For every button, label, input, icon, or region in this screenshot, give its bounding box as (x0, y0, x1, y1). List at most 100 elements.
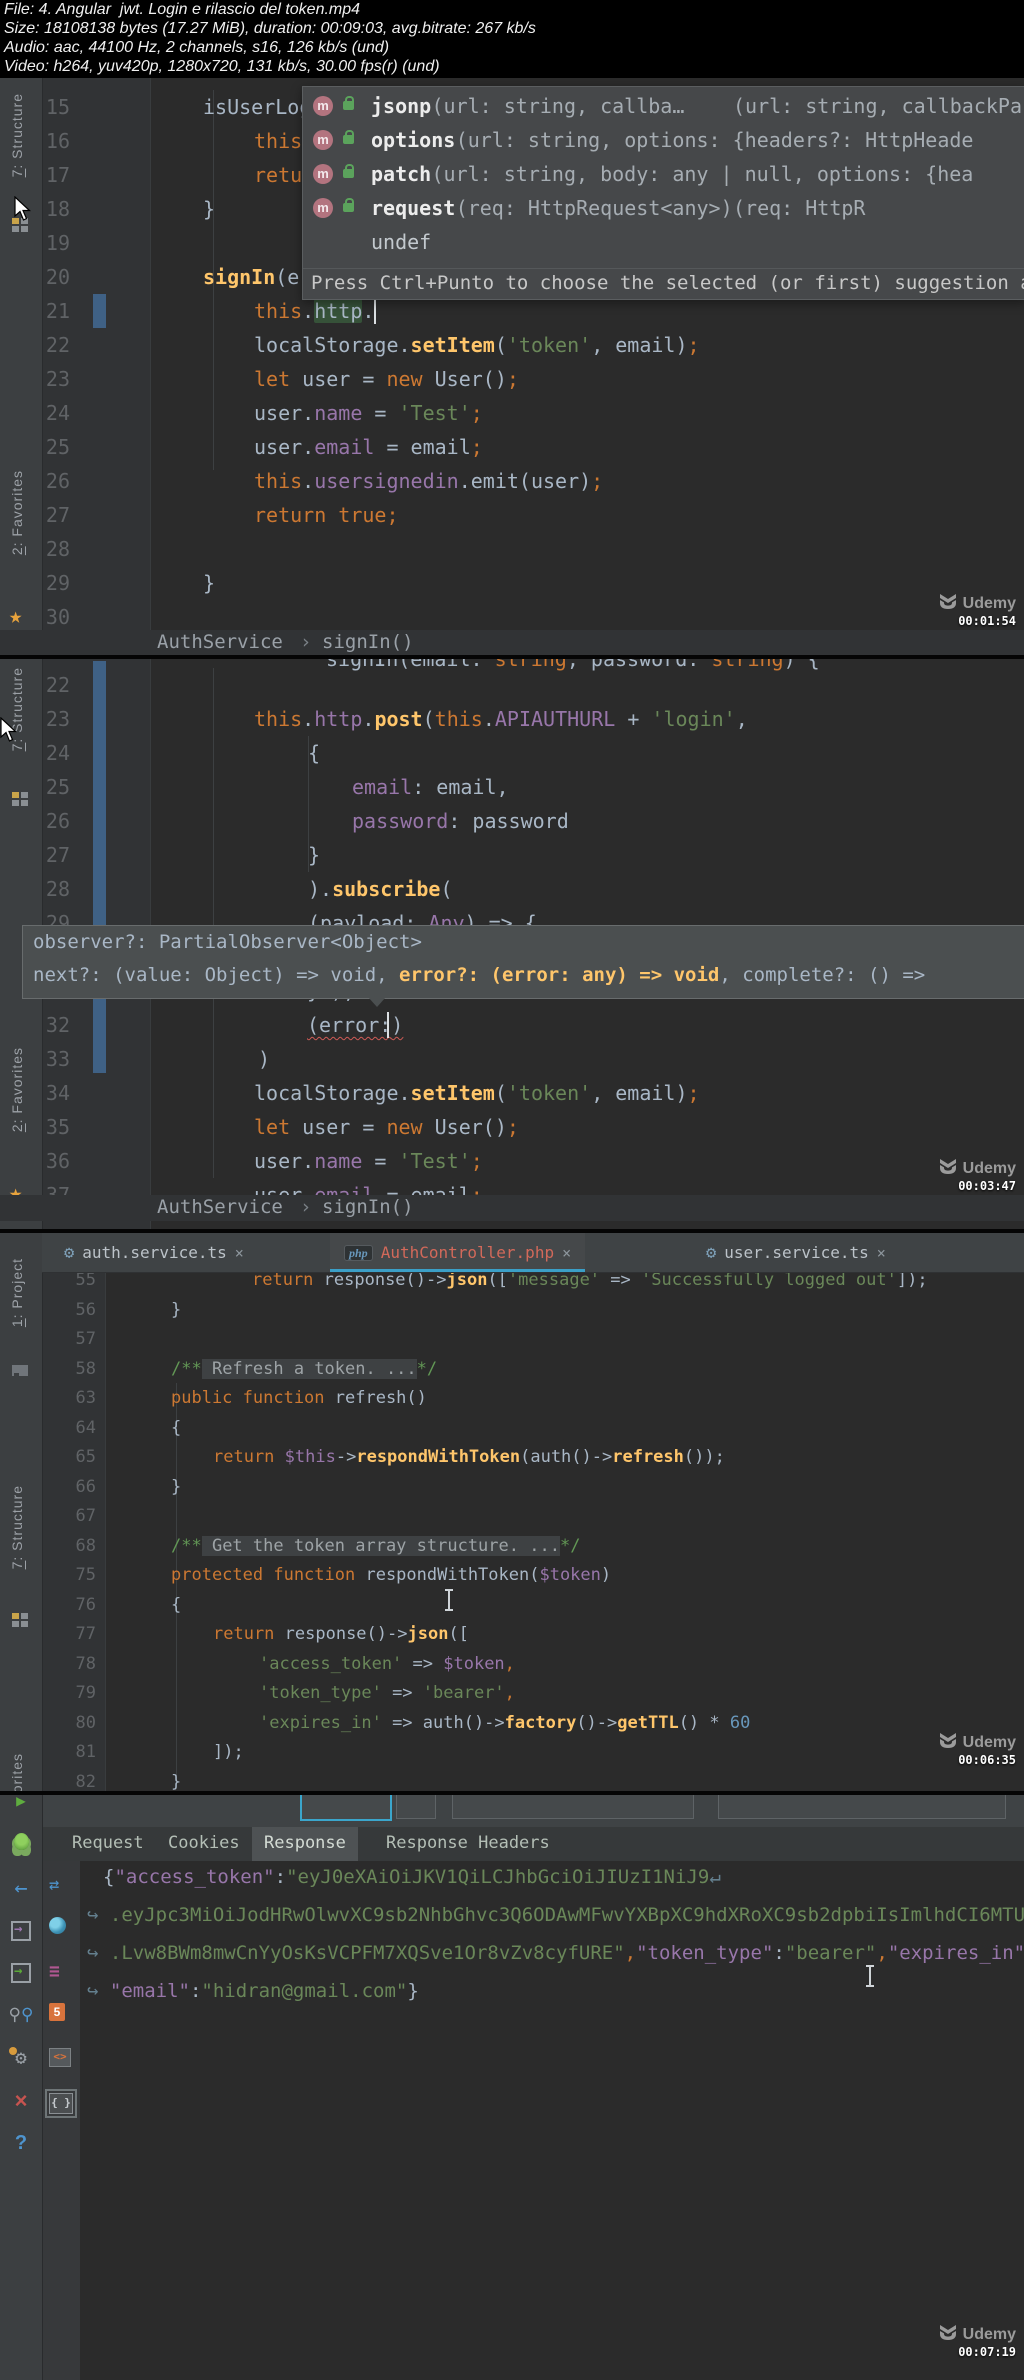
udemy-watermark: Udemy 00:01:54 (938, 594, 1016, 628)
ide-screenshot-2: 22 23 this.http.post(this.APIAUTHURL + 'lo… (0, 659, 1024, 1233)
keys-icon[interactable]: ⚲⚲ (0, 2005, 42, 2025)
editor-tab-bar: ⚙ auth.service.ts × php AuthController.p… (42, 1233, 1024, 1273)
text-cursor-ibeam (866, 1965, 874, 1987)
breadcrumb-class[interactable]: AuthService (157, 630, 283, 655)
text-cursor-ibeam (445, 1589, 453, 1611)
udemy-watermark: Udemy 00:03:47 (938, 1159, 1016, 1193)
close-tab-icon[interactable]: × (877, 1244, 886, 1262)
tooltip-pointer (368, 997, 386, 1007)
breadcrumb: AuthService › signIn() (0, 630, 1024, 655)
text-caret (387, 1012, 389, 1038)
host-field[interactable] (452, 1795, 694, 1819)
http-method-dropdown[interactable] (300, 1795, 392, 1821)
udemy-watermark: Udemy 00:07:19 (938, 2325, 1016, 2359)
breadcrumb-method[interactable]: signIn() (322, 1195, 414, 1220)
structure-icon (12, 792, 28, 806)
video-timestamp: 00:03:47 (958, 1179, 1016, 1193)
code-view-icon[interactable]: <> (49, 2045, 71, 2067)
html5-icon[interactable]: 5 (49, 2001, 65, 2021)
code-line: 64{ (75, 1417, 182, 1438)
close-tab-icon[interactable]: × (562, 1244, 571, 1262)
favorites-tool-button[interactable]: 2: Favorites (9, 1047, 25, 1132)
udemy-brand-text: Udemy (962, 2326, 1016, 2343)
file-info-header: File: 4. Angular jwt. Login e rilascio d… (0, 0, 1024, 78)
public-lock-icon (343, 130, 354, 144)
code-line: 22 localStorage.setItem('token', email); (45, 333, 700, 357)
code-line: ↪ .eyJpc3MiOiJodHRwOlwvXC9sb2NhbGhvc3Q6O… (87, 1904, 1024, 1926)
tab-auth-service-ts[interactable]: ⚙ auth.service.ts × (50, 1233, 258, 1272)
code-line: 78'access_token' => $token, (75, 1653, 515, 1674)
breadcrumb-method[interactable]: signIn() (322, 630, 414, 655)
autocomplete-item-jsonp[interactable]: m jsonp (url: string, callba… (url: string,… (303, 89, 1024, 123)
code-line: 79'token_type' => 'bearer', (75, 1683, 515, 1703)
code-line: 63 public function refresh() (75, 1388, 427, 1408)
method-icon: m (313, 198, 333, 218)
breadcrumb: AuthService › signIn() (0, 1195, 1024, 1221)
text-view-icon[interactable]: ≡ (49, 1961, 60, 1982)
back-arrow-icon[interactable]: ← (0, 1878, 42, 1900)
project-tool-button[interactable]: 1: Project (9, 1258, 25, 1327)
soft-wrap-icon[interactable]: ⇄ (49, 1875, 59, 1895)
autocomplete-popup[interactable]: m jsonp (url: string, callba… (url: string,… (302, 86, 1024, 300)
favorites-tool-button-partial[interactable]: vorites (9, 1753, 25, 1791)
autocomplete-item-undef[interactable]: undef (303, 225, 1024, 259)
code-line: 23 this.http.post(this.APIAUTHURL + 'logi… (45, 707, 748, 731)
autocomplete-item-request[interactable]: m request (req: HttpRequest<any>) (req: Htt… (303, 191, 1024, 225)
structure-icon (12, 1613, 28, 1627)
step-over-icon[interactable]: → (0, 1921, 42, 1945)
structure-tool-button[interactable]: 7: Structure (9, 93, 25, 177)
code-line: 35 let user = new User(); (45, 1115, 519, 1139)
code-line: 29} (45, 571, 216, 595)
debug-bug-icon[interactable] (0, 1833, 42, 1854)
code-line: 81]); (75, 1742, 244, 1762)
dropdown-arrow-box[interactable] (396, 1795, 436, 1819)
udemy-logo-icon (938, 1159, 958, 1179)
browser-globe-icon[interactable] (49, 1917, 66, 1938)
video-timestamp: 00:01:54 (958, 614, 1016, 628)
json-view-icon[interactable]: { } (45, 2089, 77, 2118)
structure-tool-button[interactable]: 7: Structure (9, 1485, 25, 1569)
autocomplete-item-options[interactable]: m options (url: string, options: {headers… (303, 123, 1024, 157)
favorites-star-icon: ★ (9, 604, 23, 629)
mouse-pointer-icon (0, 717, 18, 742)
file-name-line: File: 4. Angular jwt. Login e rilascio d… (4, 1, 361, 18)
code-editor[interactable]: 55 return response()->json(['message' => … (0, 1233, 1024, 1791)
public-lock-icon (343, 198, 354, 212)
code-line: 23 let user = new User(); (45, 367, 519, 391)
settings-wrench-icon[interactable]: ⚙ (0, 2047, 42, 2069)
tab-authcontroller-php[interactable]: php AuthController.php × (330, 1233, 586, 1272)
code-line: 33) (45, 1047, 271, 1071)
autocomplete-hint: Press Ctrl+Punto to choose the selected … (303, 268, 1024, 299)
tab-response-headers[interactable]: Response Headers (374, 1827, 562, 1861)
breadcrumb-separator: › (300, 1196, 312, 1218)
code-line: 75 protected function respondWithToken($t… (75, 1565, 612, 1585)
udemy-brand-text: Udemy (962, 1160, 1016, 1177)
code-line: 36 user.name = 'Test'; (45, 1149, 483, 1173)
php-file-icon: php (344, 1244, 373, 1261)
path-field[interactable] (718, 1795, 1006, 1819)
tool-window-bar: 1: Project 7: Structure vorites (0, 1233, 43, 1791)
tab-request[interactable]: Request (60, 1827, 156, 1861)
step-into-icon[interactable]: → (0, 1963, 42, 1987)
code-line: 67 (75, 1506, 96, 1526)
run-debug-toolbar: ▶ ← → → ⚲⚲ ⚙ × ? (0, 1795, 43, 2380)
help-icon[interactable]: ? (0, 2133, 42, 2153)
close-x-icon[interactable]: × (0, 2090, 42, 2112)
breadcrumb-class[interactable]: AuthService (157, 1195, 283, 1220)
tab-cookies[interactable]: Cookies (156, 1827, 252, 1861)
ide-screenshot-1: 15 isUserLog 16 this 17 retur 18} 19 20 signIn(e 2… (0, 78, 1024, 659)
tab-response[interactable]: Response (252, 1827, 358, 1861)
autocomplete-list[interactable]: m jsonp (url: string, callba… (url: string,… (303, 87, 1024, 269)
response-json-viewer[interactable]: {"access_token":"eyJ0eXAiOiJKV1QiLCJhbGc… (0, 1795, 1024, 2380)
favorites-tool-button[interactable]: 2: Favorites (9, 470, 25, 555)
breadcrumb-separator: › (300, 631, 312, 653)
rest-client-screenshot: Request Cookies Response Response Header… (0, 1795, 1024, 2380)
text-caret (374, 298, 376, 324)
mouse-pointer-icon (14, 196, 32, 221)
audio-info-line: Audio: aac, 44100 Hz, 2 channels, s16, 1… (4, 39, 390, 56)
run-icon[interactable]: ▶ (0, 1795, 42, 1810)
close-tab-icon[interactable]: × (235, 1244, 244, 1262)
autocomplete-item-patch[interactable]: m patch (url: string, body: any | null, o… (303, 157, 1024, 191)
code-line: 32 (error:) (45, 1012, 404, 1038)
tab-user-service-ts[interactable]: ⚙ user.service.ts × (692, 1233, 900, 1272)
